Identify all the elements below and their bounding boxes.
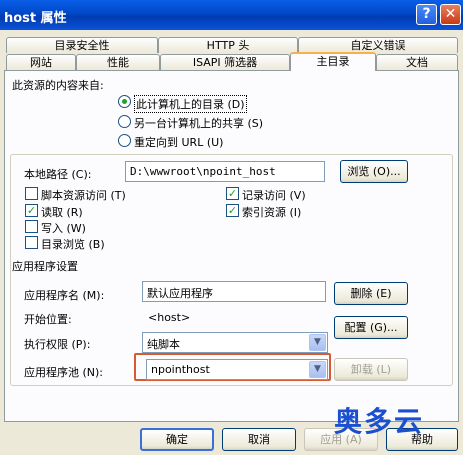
app-settings-header: 应用程序设置 <box>12 260 78 273</box>
app-pool-label: 应用程序池 (N): <box>24 366 104 379</box>
radio-network-share-label[interactable]: 另一台计算机上的共享 (S) <box>134 115 263 131</box>
tab-custom-errors[interactable]: 自定义错误 <box>298 37 458 53</box>
execute-permissions-value: 纯脚本 <box>147 338 180 351</box>
app-pool-value: npointhost <box>151 363 210 376</box>
watermark-logo: 奥多云 <box>334 405 425 438</box>
close-title-button[interactable]: ✕ <box>440 4 461 25</box>
local-path-input[interactable]: D:\wwwroot\npoint_host <box>125 161 325 182</box>
tab-website[interactable]: 网站 <box>6 54 76 70</box>
app-name-label: 应用程序名 (M): <box>24 289 105 302</box>
checkbox-read-label[interactable]: 读取 (R) <box>41 204 83 220</box>
help-title-button[interactable]: ? <box>416 4 437 25</box>
radio-redirect-url[interactable] <box>118 134 131 147</box>
app-pool-select[interactable]: npointhost ▼ <box>146 359 328 380</box>
checkbox-write[interactable] <box>25 220 38 233</box>
tab-isapi-filters[interactable]: ISAPI 筛选器 <box>160 54 290 70</box>
configure-button[interactable]: 配置 (G)... <box>334 316 408 339</box>
tab-http-headers[interactable]: HTTP 头 <box>158 37 298 53</box>
execute-permissions-label: 执行权限 (P): <box>24 338 91 351</box>
checkbox-directory-browsing[interactable] <box>25 236 38 249</box>
remove-button[interactable]: 删除 (E) <box>334 282 408 305</box>
local-path-label: 本地路径 (C): <box>24 168 92 181</box>
browse-button[interactable]: 浏览 (O)... <box>340 160 408 183</box>
unload-button[interactable]: 卸载 (L) <box>334 358 408 381</box>
checkbox-script-source-access[interactable] <box>25 187 38 200</box>
tab-directory-security[interactable]: 目录安全性 <box>6 37 158 53</box>
checkbox-read[interactable]: ✓ <box>25 204 38 217</box>
radio-local-directory-label[interactable]: 此计算机上的目录 (D) <box>134 95 247 113</box>
cancel-button[interactable]: 取消 <box>222 428 296 451</box>
checkbox-log-visits-label[interactable]: 记录访问 (V) <box>242 187 306 203</box>
app-name-input[interactable]: 默认应用程序 <box>142 281 326 302</box>
start-location-label: 开始位置: <box>24 313 72 326</box>
checkbox-index-resource[interactable]: ✓ <box>226 204 239 217</box>
checkbox-index-resource-label[interactable]: 索引资源 (I) <box>242 204 301 220</box>
chevron-down-icon[interactable]: ▼ <box>309 361 326 378</box>
source-label: 此资源的内容来自: <box>12 79 104 92</box>
tab-performance[interactable]: 性能 <box>76 54 160 70</box>
checkbox-script-source-access-label[interactable]: 脚本资源访问 (T) <box>41 187 126 203</box>
checkbox-log-visits[interactable]: ✓ <box>226 187 239 200</box>
chevron-down-icon[interactable]: ▼ <box>309 334 326 351</box>
radio-network-share[interactable] <box>118 115 131 128</box>
execute-permissions-select[interactable]: 纯脚本 ▼ <box>142 332 328 353</box>
checkbox-write-label[interactable]: 写入 (W) <box>41 220 86 236</box>
start-location-value: <host> <box>148 311 191 324</box>
window-title: host 属性 <box>4 11 67 26</box>
tab-home-directory[interactable]: 主目录 <box>290 52 376 71</box>
ok-button[interactable]: 确定 <box>140 428 214 451</box>
tab-documents[interactable]: 文档 <box>376 54 458 70</box>
checkbox-directory-browsing-label[interactable]: 目录浏览 (B) <box>41 236 105 252</box>
radio-redirect-url-label[interactable]: 重定向到 URL (U) <box>134 134 223 150</box>
radio-local-directory[interactable] <box>118 95 131 108</box>
title-bar[interactable]: host 属性 ? ✕ <box>0 0 463 30</box>
